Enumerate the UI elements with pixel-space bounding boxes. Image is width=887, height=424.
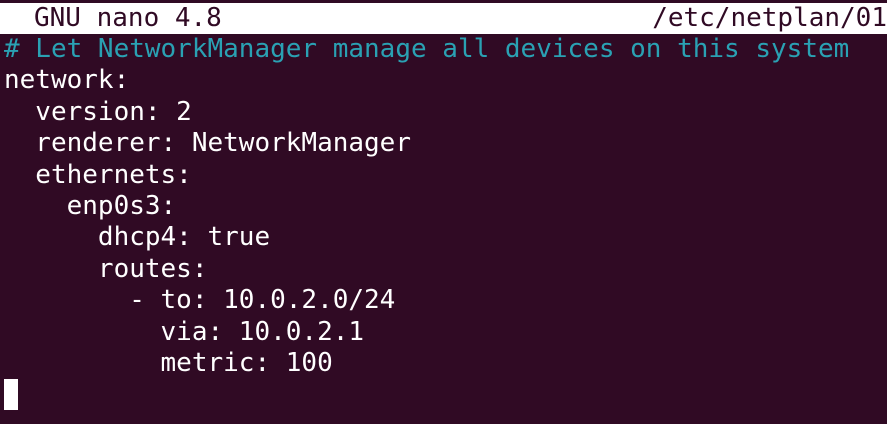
terminal-window[interactable]: GNU nano 4.8 /etc/netplan/01 # Let Netwo… xyxy=(0,0,887,424)
code-line: routes: xyxy=(4,253,208,284)
code-line: via: 10.0.2.1 xyxy=(4,316,365,347)
code-line: enp0s3: xyxy=(4,190,177,221)
comment-line: # Let NetworkManager manage all devices … xyxy=(4,34,850,64)
code-line: ethernets: xyxy=(4,159,192,190)
code-line: network: xyxy=(4,65,130,96)
code-line: - to: 10.0.2.0/24 xyxy=(4,285,396,316)
code-line: metric: 100 xyxy=(4,347,333,378)
nano-title-bar: GNU nano 4.8 /etc/netplan/01 xyxy=(0,3,887,34)
editor-area[interactable]: # Let NetworkManager manage all devices … xyxy=(4,34,887,379)
text-cursor xyxy=(4,379,18,410)
code-line: renderer: NetworkManager xyxy=(4,128,411,159)
file-path: /etc/netplan/01 xyxy=(652,3,887,33)
code-line: version: 2 xyxy=(4,96,192,127)
app-version: GNU nano 4.8 xyxy=(34,3,222,33)
code-line: dhcp4: true xyxy=(4,222,271,253)
